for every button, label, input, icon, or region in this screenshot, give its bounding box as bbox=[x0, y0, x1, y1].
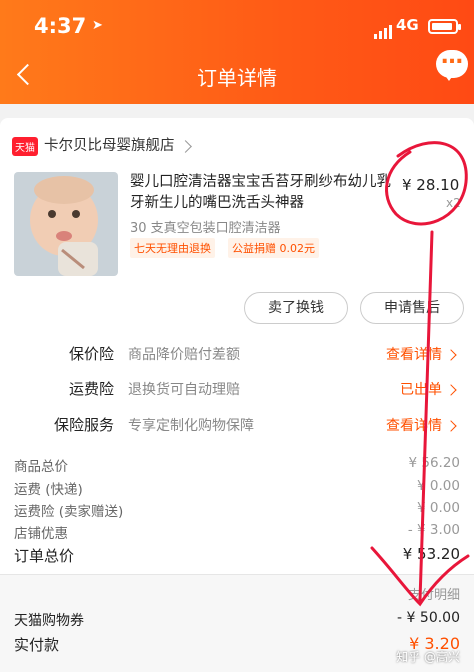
more-menu-icon[interactable]: … bbox=[436, 46, 468, 81]
return-policy-tag: 七天无理由退换 bbox=[130, 238, 215, 258]
shipping-insurance-label: 运费险 bbox=[68, 380, 114, 398]
subtotal-label: 商品总价 bbox=[14, 459, 68, 475]
coupon-value: - ¥ 50.00 bbox=[397, 610, 460, 626]
network-type: 4G bbox=[396, 16, 419, 34]
chevron-right-icon bbox=[178, 139, 192, 153]
product-spec: 30 支真空包装口腔清洁器 bbox=[130, 221, 281, 236]
watermark: 知乎 @高兴 bbox=[396, 650, 460, 664]
insurance-service-label: 保险服务 bbox=[53, 416, 114, 434]
location-icon: ➤ bbox=[92, 18, 103, 33]
after-sale-button[interactable]: 申请售后 bbox=[360, 292, 464, 324]
shipping-insurance-link[interactable]: 已出单 bbox=[400, 379, 455, 399]
shipping-insurance-desc: 退换货可自动理赔 bbox=[128, 382, 240, 398]
insurance-service-link[interactable]: 查看详情 bbox=[386, 415, 455, 435]
battery-icon bbox=[428, 19, 461, 34]
sell-button[interactable]: 卖了换钱 bbox=[244, 292, 348, 324]
shop-name: 卡尔贝比母婴旗舰店 bbox=[44, 138, 175, 154]
baby-photo-icon bbox=[14, 172, 118, 276]
shop-discount-value: - ¥ 3.00 bbox=[407, 522, 460, 538]
price-protection-label: 保价险 bbox=[68, 345, 114, 363]
app-header: 4:37 ➤ 4G 订单详情 … bbox=[0, 0, 474, 104]
tmall-badge: 天猫 bbox=[12, 136, 38, 156]
order-total-value: ¥ 53.20 bbox=[402, 545, 460, 563]
signal-icon bbox=[374, 20, 394, 39]
product-title[interactable]: 婴儿口腔清洁器宝宝舌苔牙刷纱布幼儿乳牙新生儿的嘴巴洗舌头神器 bbox=[130, 172, 400, 214]
shop-discount-label: 店铺优惠 bbox=[14, 526, 68, 542]
coupon-label: 天猫购物券 bbox=[14, 613, 84, 629]
insurance-service-desc: 专享定制化购物保障 bbox=[128, 418, 254, 434]
charity-tag: 公益捐赠 0.02元 bbox=[228, 238, 319, 258]
price-protection-link[interactable]: 查看详情 bbox=[386, 344, 455, 364]
status-bar: 4:37 ➤ 4G bbox=[0, 0, 474, 52]
shipping-value: ¥ 0.00 bbox=[417, 478, 460, 494]
subtotal-value: ¥ 56.20 bbox=[408, 455, 460, 471]
paid-label: 实付款 bbox=[14, 636, 60, 654]
page-title: 订单详情 bbox=[197, 66, 277, 90]
shop-link[interactable]: 天猫 卡尔贝比母婴旗舰店 bbox=[12, 134, 192, 156]
product-price: ¥ 28.10 bbox=[402, 176, 460, 194]
shipping-label: 运费 (快递) bbox=[14, 482, 83, 498]
product-quantity: x2 bbox=[446, 196, 461, 210]
order-total-label: 订单总价 bbox=[14, 547, 75, 565]
payment-detail-link[interactable]: 支付明细 bbox=[408, 584, 460, 603]
status-time: 4:37 bbox=[34, 14, 87, 38]
shipping-insurance-fee-label: 运费险 (卖家赠送) bbox=[14, 504, 124, 520]
price-protection-desc: 商品降价赔付差额 bbox=[128, 347, 240, 363]
product-image[interactable] bbox=[14, 172, 118, 276]
shipping-insurance-fee-value: ¥ 0.00 bbox=[417, 500, 460, 516]
